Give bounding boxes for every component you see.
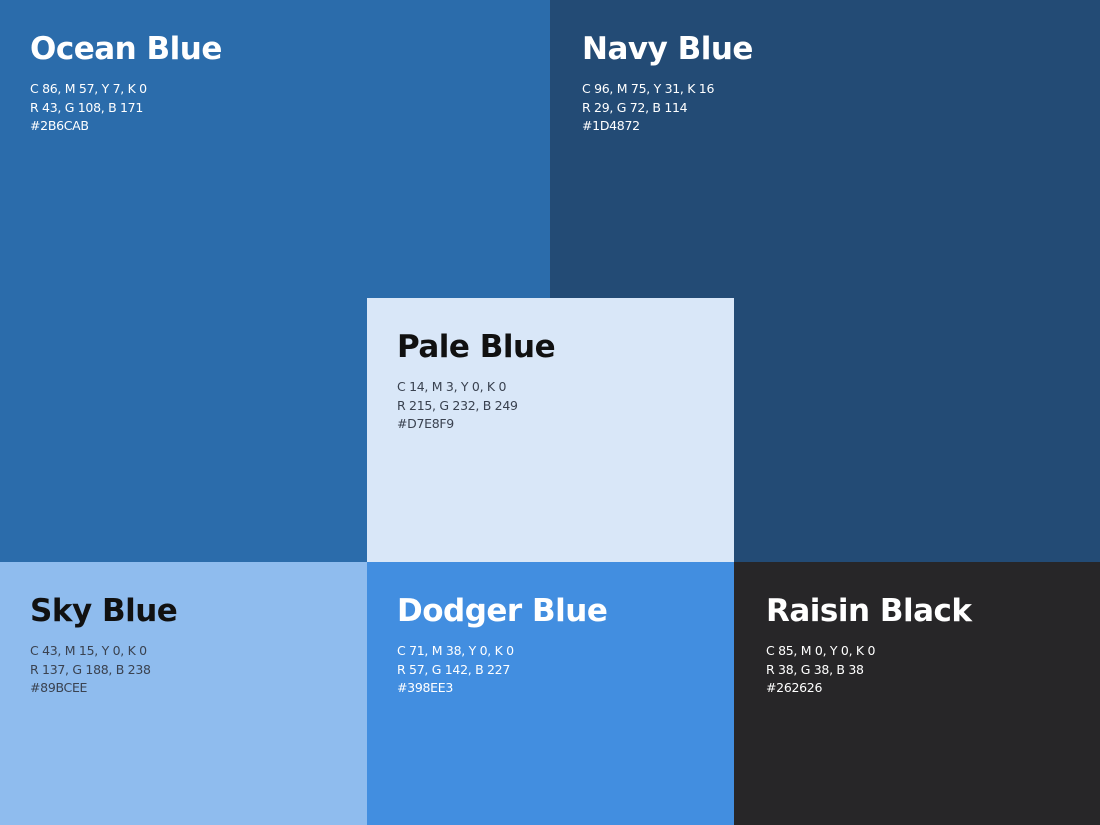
swatch-content: Dodger Blue C 71, M 38, Y 0, K 0 R 57, G…	[397, 590, 608, 698]
swatch-hex: #398EE3	[397, 680, 453, 696]
swatch-cmyk: C 96, M 75, Y 31, K 16	[582, 81, 715, 96]
swatch-dodger-blue: Dodger Blue C 71, M 38, Y 0, K 0 R 57, G…	[367, 562, 734, 825]
swatch-name: Dodger Blue	[397, 593, 608, 629]
swatch-rgb: R 29, G 72, B 114	[582, 99, 688, 115]
swatch-hex: #D7E8F9	[397, 416, 454, 432]
swatch-specs: C 71, M 38, Y 0, K 0 R 57, G 142, B 227 …	[397, 642, 607, 698]
swatch-hex: #262626	[766, 680, 823, 696]
swatch-name: Raisin Black	[766, 593, 972, 629]
swatch-content: Navy Blue C 96, M 75, Y 31, K 16 R 29, G…	[582, 28, 753, 136]
swatch-rgb: R 38, G 38, B 38	[766, 661, 864, 677]
swatch-rgb: R 137, G 188, B 238	[30, 661, 151, 677]
swatch-sky-blue: Sky Blue C 43, M 15, Y 0, K 0 R 137, G 1…	[0, 562, 367, 825]
swatch-specs: C 14, M 3, Y 0, K 0 R 215, G 232, B 249 …	[397, 378, 555, 434]
swatch-specs: C 96, M 75, Y 31, K 16 R 29, G 72, B 114…	[582, 80, 753, 136]
swatch-name: Sky Blue	[30, 593, 178, 629]
swatch-content: Sky Blue C 43, M 15, Y 0, K 0 R 137, G 1…	[30, 590, 178, 698]
swatch-name: Pale Blue	[397, 329, 556, 365]
swatch-specs: C 43, M 15, Y 0, K 0 R 137, G 188, B 238…	[30, 642, 177, 698]
swatch-rgb: R 57, G 142, B 227	[397, 661, 510, 677]
swatch-hex: #89BCEE	[30, 680, 88, 696]
swatch-rgb: R 215, G 232, B 249	[397, 397, 518, 413]
swatch-hex: #1D4872	[582, 118, 640, 134]
swatch-cmyk: C 14, M 3, Y 0, K 0	[397, 379, 507, 394]
swatch-specs: C 86, M 57, Y 7, K 0 R 43, G 108, B 171 …	[30, 80, 222, 136]
swatch-name: Ocean Blue	[30, 31, 222, 67]
swatch-cmyk: C 43, M 15, Y 0, K 0	[30, 643, 147, 658]
swatch-cmyk: C 71, M 38, Y 0, K 0	[397, 643, 514, 658]
swatch-cmyk: C 86, M 57, Y 7, K 0	[30, 81, 147, 96]
swatch-content: Pale Blue C 14, M 3, Y 0, K 0 R 215, G 2…	[397, 326, 556, 434]
swatch-name: Navy Blue	[582, 31, 753, 67]
swatch-raisin-black: Raisin Black C 85, M 0, Y 0, K 0 R 38, G…	[734, 562, 1100, 825]
swatch-content: Ocean Blue C 86, M 57, Y 7, K 0 R 43, G …	[30, 28, 222, 136]
swatch-specs: C 85, M 0, Y 0, K 0 R 38, G 38, B 38 #26…	[766, 642, 972, 698]
swatch-pale-blue: Pale Blue C 14, M 3, Y 0, K 0 R 215, G 2…	[367, 298, 734, 562]
swatch-hex: #2B6CAB	[30, 118, 89, 134]
swatch-rgb: R 43, G 108, B 171	[30, 99, 143, 115]
swatch-cmyk: C 85, M 0, Y 0, K 0	[766, 643, 876, 658]
swatch-content: Raisin Black C 85, M 0, Y 0, K 0 R 38, G…	[766, 590, 972, 698]
